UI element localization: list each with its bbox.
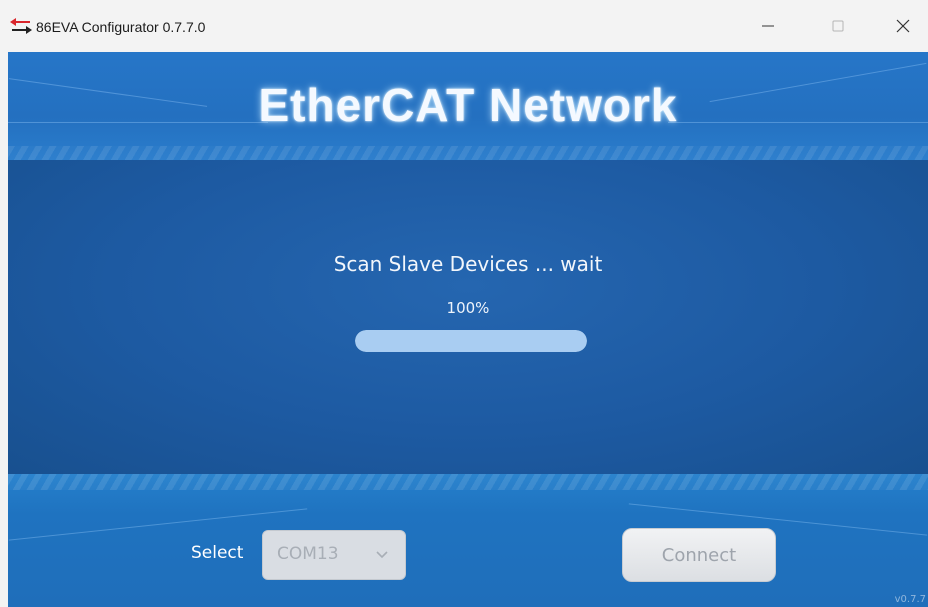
- scan-progress-bar: [355, 330, 587, 352]
- header-stripe: [8, 146, 928, 160]
- page-title: EtherCAT Network: [258, 79, 678, 131]
- port-select-value: COM13: [277, 544, 339, 564]
- version-label: v0.7.7: [894, 594, 926, 605]
- minimize-button[interactable]: [745, 0, 791, 52]
- port-select[interactable]: COM13: [262, 530, 406, 580]
- footer-band: [8, 474, 928, 607]
- scan-progress-fill: [355, 330, 587, 352]
- title-bar[interactable]: 86EVA Configurator 0.7.7.0: [0, 0, 928, 52]
- scan-panel: [8, 160, 928, 474]
- header-band: EtherCAT Network: [8, 52, 928, 160]
- main-content: EtherCAT Network Scan Slave Devices ... …: [8, 52, 928, 607]
- port-select-label: Select: [191, 543, 244, 563]
- scan-percent: 100%: [446, 299, 490, 317]
- minimize-icon: [762, 25, 774, 27]
- app-window: 86EVA Configurator 0.7.7.0 EtherCAT Netw…: [0, 0, 928, 607]
- window-title: 86EVA Configurator 0.7.7.0: [36, 19, 206, 35]
- maximize-button[interactable]: [815, 0, 861, 52]
- footer-stripe: [8, 474, 928, 490]
- close-icon: [896, 19, 910, 33]
- close-button[interactable]: [880, 0, 926, 52]
- maximize-icon: [832, 20, 844, 32]
- app-logo-icon: [10, 18, 32, 34]
- chevron-down-icon: [376, 551, 388, 559]
- connect-button[interactable]: Connect: [622, 528, 776, 582]
- scan-status-text: Scan Slave Devices ... wait: [333, 252, 603, 276]
